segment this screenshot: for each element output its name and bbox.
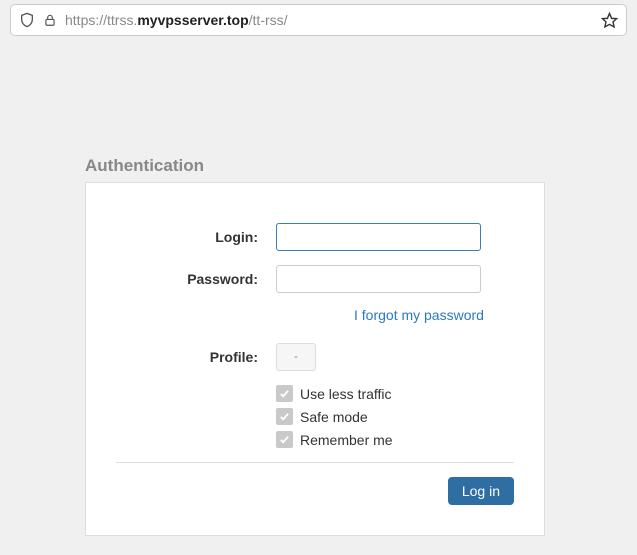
profile-select[interactable]: - bbox=[276, 343, 316, 371]
safemode-checkbox[interactable] bbox=[276, 408, 293, 425]
shield-icon bbox=[19, 12, 35, 28]
login-input[interactable] bbox=[276, 223, 481, 251]
forgot-row: I forgot my password bbox=[116, 307, 514, 323]
profile-selected-value: - bbox=[294, 351, 298, 363]
password-row: Password: bbox=[116, 265, 514, 293]
address-bar[interactable]: https://ttrss.myvpsserver.top/tt-rss/ bbox=[10, 4, 627, 36]
url-prefix: https://ttrss. bbox=[65, 12, 137, 28]
panel-title: Authentication bbox=[85, 156, 545, 176]
profile-label: Profile: bbox=[116, 349, 276, 365]
login-row: Login: bbox=[116, 223, 514, 251]
lock-icon bbox=[43, 13, 57, 27]
star-icon[interactable] bbox=[601, 12, 618, 29]
useless-traffic-checkbox[interactable] bbox=[276, 385, 293, 402]
button-row: Log in bbox=[116, 477, 514, 505]
url-text[interactable]: https://ttrss.myvpsserver.top/tt-rss/ bbox=[65, 12, 593, 28]
remember-label: Remember me bbox=[300, 432, 393, 448]
divider bbox=[116, 462, 514, 463]
password-input[interactable] bbox=[276, 265, 481, 293]
forgot-password-link[interactable]: I forgot my password bbox=[354, 307, 484, 323]
url-domain: myvpsserver.top bbox=[137, 12, 248, 28]
auth-panel: Login: Password: I forgot my password Pr… bbox=[85, 182, 545, 536]
profile-row: Profile: - bbox=[116, 343, 514, 371]
safemode-row: Safe mode bbox=[116, 408, 514, 425]
remember-checkbox[interactable] bbox=[276, 431, 293, 448]
safemode-label: Safe mode bbox=[300, 409, 368, 425]
url-path: /tt-rss/ bbox=[249, 12, 288, 28]
login-button[interactable]: Log in bbox=[448, 477, 514, 505]
auth-panel-wrap: Authentication Login: Password: I forgot… bbox=[85, 156, 545, 536]
login-label: Login: bbox=[116, 229, 276, 245]
password-label: Password: bbox=[116, 271, 276, 287]
remember-row: Remember me bbox=[116, 431, 514, 448]
useless-traffic-row: Use less traffic bbox=[116, 385, 514, 402]
useless-traffic-label: Use less traffic bbox=[300, 386, 392, 402]
